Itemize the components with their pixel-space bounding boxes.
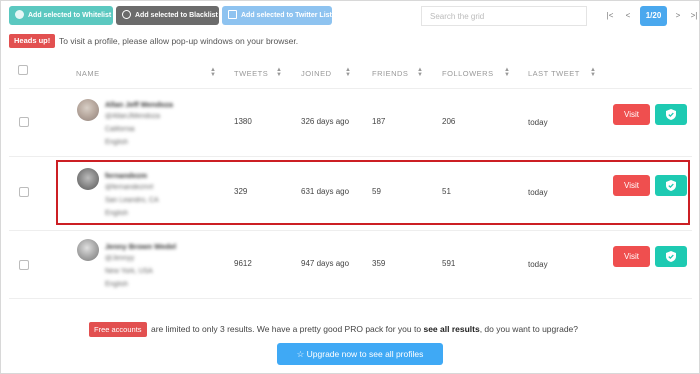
profile-handle: @AllanJMendoza [105, 113, 160, 120]
followers-count: 206 [442, 117, 456, 126]
sort-icon[interactable]: ▲ ▼ [276, 67, 282, 78]
list-icon [228, 9, 237, 19]
profile-name[interactable]: Allan Jeff Mendoza [105, 100, 173, 109]
shield-icon [15, 9, 24, 19]
profile-location: New York, USA [105, 268, 153, 275]
divider [9, 298, 692, 299]
upgrade-button[interactable]: ☆ Upgrade now to see all profiles [277, 343, 443, 365]
avatar [77, 239, 99, 261]
profile-handle: @Jennyy [105, 255, 135, 262]
upgrade-button-label: Upgrade now to see all profiles [306, 349, 424, 359]
add-to-blacklist-button[interactable]: Add selected to Blacklist [116, 6, 219, 25]
app-window: Add selected to Whitelist Add selected t… [0, 0, 700, 374]
sort-icon[interactable]: ▲ ▼ [210, 67, 216, 78]
divider [9, 88, 692, 89]
divider [9, 156, 692, 157]
profile-name[interactable]: Jenny Brown Wedel [105, 242, 176, 251]
friends-count: 359 [372, 259, 386, 268]
divider [9, 230, 692, 231]
avatar [77, 99, 99, 121]
tweets-count: 1380 [234, 117, 252, 126]
see-all-results-text: see all results [423, 324, 480, 334]
shield-check-icon [666, 109, 676, 120]
row-checkbox[interactable] [19, 187, 29, 197]
last-tweet-value: today [528, 118, 548, 127]
column-header-joined[interactable]: JOINED [301, 69, 332, 78]
sort-icon[interactable]: ▲ ▼ [345, 67, 351, 78]
followers-count: 591 [442, 259, 456, 268]
last-page-button[interactable]: >| [685, 6, 699, 26]
visit-button[interactable]: Visit [613, 246, 650, 267]
tweets-count: 9612 [234, 259, 252, 268]
joined-value: 326 days ago [301, 117, 350, 126]
shield-check-icon [666, 251, 676, 262]
prev-page-button[interactable]: < [619, 6, 637, 26]
column-header-tweets[interactable]: TWEETS [234, 69, 268, 78]
select-all-checkbox[interactable] [18, 65, 28, 75]
add-to-blacklist-label: Add selected to Blacklist [135, 12, 218, 19]
add-to-twitter-list-button[interactable]: Add selected to Twitter List [222, 6, 332, 25]
current-page-indicator: 1/20 [640, 6, 667, 26]
friends-count: 187 [372, 117, 386, 126]
heads-up-badge: Heads up! [9, 34, 56, 48]
add-to-whitelist-label: Add selected to Whitelist [28, 12, 112, 19]
free-accounts-badge: Free accounts [89, 322, 147, 337]
column-header-name[interactable]: NAME [76, 69, 100, 78]
whitelist-shield-button[interactable] [655, 246, 687, 267]
upgrade-notice-part2: , do you want to upgrade? [479, 324, 578, 334]
sort-icon[interactable]: ▲ ▼ [590, 67, 596, 78]
sort-icon[interactable]: ▲ ▼ [504, 67, 510, 78]
profile-location: California [105, 126, 135, 133]
visit-button[interactable]: Visit [613, 104, 650, 125]
add-to-twitter-list-label: Add selected to Twitter List [241, 12, 332, 19]
column-header-followers[interactable]: FOLLOWERS [442, 69, 494, 78]
popup-notice-text: To visit a profile, please allow pop-up … [59, 36, 299, 46]
star-icon: ☆ [296, 349, 305, 359]
column-header-friends[interactable]: FRIENDS [372, 69, 408, 78]
sort-icon[interactable]: ▲ ▼ [417, 67, 423, 78]
highlight-box [56, 160, 690, 225]
search-input[interactable] [421, 6, 587, 26]
column-header-last-tweet[interactable]: LAST TWEET [528, 69, 580, 78]
whitelist-shield-button[interactable] [655, 104, 687, 125]
ban-icon [122, 9, 131, 19]
first-page-button[interactable]: |< [601, 6, 619, 26]
upgrade-notice-text: are limited to only 3 results. We have a… [151, 324, 578, 334]
add-to-whitelist-button[interactable]: Add selected to Whitelist [9, 6, 113, 25]
profile-language: English [105, 139, 128, 146]
profile-language: English [105, 281, 128, 288]
joined-value: 947 days ago [301, 259, 350, 268]
upgrade-notice-part1: are limited to only 3 results. We have a… [151, 324, 422, 334]
last-tweet-value: today [528, 260, 548, 269]
row-checkbox[interactable] [19, 260, 29, 270]
row-checkbox[interactable] [19, 117, 29, 127]
